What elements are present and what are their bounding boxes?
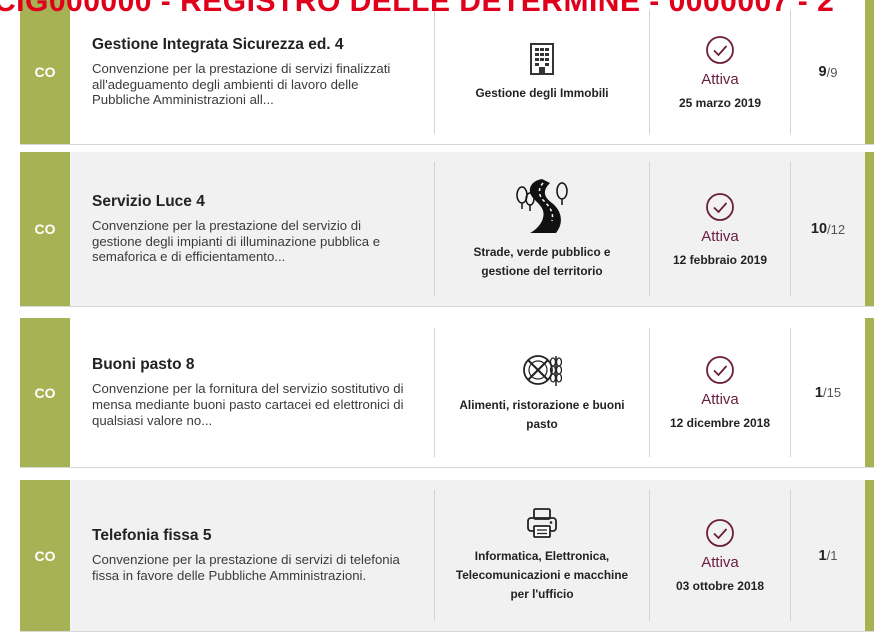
- road-trees-icon: [512, 177, 572, 235]
- card-main: Buoni pasto 8 Convenzione per la fornitu…: [70, 318, 434, 467]
- category-label: Informatica, Elettronica, Telecomunicazi…: [455, 549, 629, 601]
- card-category: Alimenti, ristorazione e buoni pasto: [435, 318, 649, 467]
- card-category: Strade, verde pubblico e gestione del te…: [435, 152, 649, 306]
- convention-card[interactable]: CO Buoni pasto 8 Convenzione per la forn…: [20, 318, 874, 468]
- card-count: 1/15: [791, 318, 874, 467]
- card-code-badge: CO: [20, 0, 70, 144]
- lot-total: /12: [827, 221, 846, 237]
- status-date: 03 ottobre 2018: [675, 579, 765, 593]
- card-status: Attiva 12 dicembre 2018: [650, 318, 790, 467]
- card-code-badge: CO: [20, 152, 70, 306]
- status-label: Attiva: [701, 391, 739, 408]
- card-accent-bar: [865, 0, 874, 144]
- card-code-badge: CO: [20, 318, 70, 467]
- check-circle-icon: [705, 355, 735, 385]
- food-wheat-icon: [522, 352, 562, 388]
- card-description: Convenzione per la prestazione di serviz…: [92, 552, 400, 583]
- lot-count: 1: [814, 384, 823, 401]
- status-date: 12 dicembre 2018: [669, 416, 771, 430]
- lot-total: /1: [826, 548, 838, 563]
- status-label: Attiva: [701, 70, 739, 88]
- card-main: Gestione Integrata Sicurezza ed. 4 Conve…: [70, 0, 434, 144]
- lot-total: /15: [823, 385, 842, 400]
- status-date: 12 febbraio 2019: [672, 252, 768, 267]
- card-title[interactable]: Telefonia fissa 5: [92, 527, 414, 545]
- printer-icon: [525, 507, 559, 539]
- card-main: Servizio Luce 4 Convenzione per la prest…: [70, 152, 434, 306]
- card-accent-bar: [865, 480, 874, 631]
- status-label: Attiva: [701, 227, 739, 245]
- card-description: Convenzione per la prestazione di serviz…: [92, 60, 391, 108]
- convention-card[interactable]: CO Telefonia fissa 5 Convenzione per la …: [20, 480, 874, 632]
- convention-card[interactable]: CO Servizio Luce 4 Convenzione per la pr…: [20, 152, 874, 307]
- card-accent-bar: [865, 318, 874, 467]
- convention-card[interactable]: CO Gestione Integrata Sicurezza ed. 4 Co…: [20, 0, 874, 145]
- lot-count: 1: [818, 547, 827, 564]
- card-count: 10/12: [791, 152, 874, 306]
- card-status: Attiva 03 ottobre 2018: [650, 480, 790, 631]
- card-description: Convenzione per la prestazione del servi…: [92, 217, 381, 265]
- card-count: 1/1: [791, 480, 874, 631]
- category-label: Strade, verde pubblico e gestione del te…: [473, 245, 611, 278]
- card-title[interactable]: Servizio Luce 4: [92, 193, 414, 211]
- card-code-badge: CO: [20, 480, 70, 631]
- check-circle-icon: [705, 518, 735, 548]
- card-category: Informatica, Elettronica, Telecomunicazi…: [435, 480, 649, 631]
- watermark-text: CIG000000 - REGISTRO DELLE DETERMINE - 0…: [0, 0, 835, 18]
- card-title[interactable]: Gestione Integrata Sicurezza ed. 4: [92, 36, 414, 54]
- building-icon: [527, 42, 557, 76]
- card-title[interactable]: Buoni pasto 8: [92, 356, 414, 374]
- lot-total: /9: [826, 64, 838, 80]
- card-accent-bar: [865, 152, 874, 306]
- status-date: 25 marzo 2019: [678, 95, 762, 110]
- category-label: Gestione degli Immobili: [475, 85, 609, 100]
- lot-count: 9: [818, 64, 827, 80]
- card-count: 9/9: [791, 0, 874, 144]
- card-status: Attiva 12 febbraio 2019: [650, 152, 790, 306]
- check-circle-icon: [705, 35, 735, 65]
- category-label: Alimenti, ristorazione e buoni pasto: [459, 397, 625, 431]
- check-circle-icon: [705, 192, 735, 222]
- card-status: Attiva 25 marzo 2019: [650, 0, 790, 144]
- card-main: Telefonia fissa 5 Convenzione per la pre…: [70, 480, 434, 631]
- status-label: Attiva: [701, 554, 739, 571]
- card-description: Convenzione per la fornitura del servizi…: [92, 381, 404, 428]
- card-category: Gestione degli Immobili: [435, 0, 649, 144]
- lot-count: 10: [810, 221, 828, 237]
